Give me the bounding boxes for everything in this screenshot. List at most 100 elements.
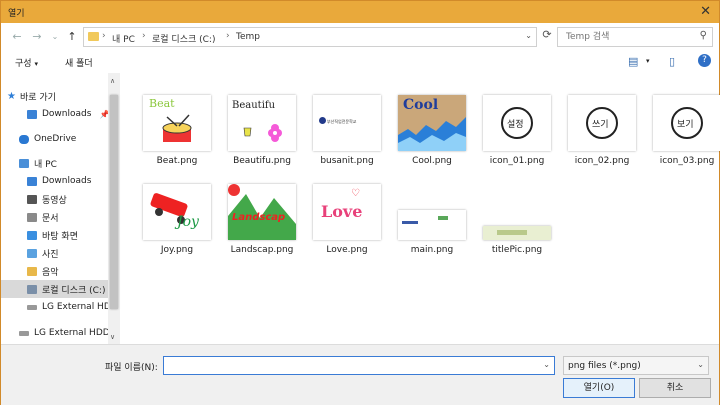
- sidebar-item-label: Downloads: [42, 109, 92, 119]
- file-name: icon_01.png: [489, 156, 545, 166]
- sidebar-item-videos[interactable]: 동영상: [27, 190, 67, 208]
- forward-arrow-icon[interactable]: →: [29, 29, 45, 45]
- file-item[interactable]: 보기 icon_03.png: [647, 95, 720, 166]
- file-item[interactable]: ♡ Love Love.png: [307, 184, 387, 255]
- file-item[interactable]: Cool Cool.png: [392, 95, 472, 166]
- refresh-icon[interactable]: ⟳: [539, 28, 555, 46]
- breadcrumb-local-disk[interactable]: 로컬 디스크 (C:): [152, 32, 215, 45]
- thumbnail: [483, 226, 551, 240]
- sidebar-item-downloads[interactable]: Downloads: [27, 172, 91, 190]
- banner-mark: [497, 230, 527, 235]
- file-item[interactable]: Beautifu Beautifu.png: [222, 95, 302, 166]
- sidebar-scrollbar[interactable]: ∧ ∨: [108, 73, 120, 344]
- filename-label: 파일 이름(N):: [105, 363, 158, 373]
- scrollbar-thumb[interactable]: [110, 95, 118, 309]
- breadcrumb-separator: ›: [226, 31, 230, 41]
- sidebar-item-onedrive[interactable]: OneDrive: [19, 130, 76, 148]
- document-icon: [27, 212, 37, 222]
- thumbnail: Landscap: [228, 184, 296, 240]
- sidebar-item-label: Downloads: [42, 176, 92, 186]
- thumbnail-text: Cool: [403, 97, 439, 113]
- file-item[interactable]: 부산직업전문학교 busanit.png: [307, 95, 387, 166]
- file-name: Love.png: [326, 245, 368, 255]
- filename-combobox[interactable]: ⌄: [163, 356, 555, 375]
- folder-icon: [88, 32, 99, 41]
- address-bar[interactable]: › 내 PC › 로컬 디스크 (C:) › Temp ⌄: [83, 27, 537, 47]
- preview-pane-icon[interactable]: ▯: [669, 55, 675, 68]
- file-item[interactable]: Landscap Landscap.png: [222, 184, 302, 255]
- file-name: Beautifu.png: [233, 156, 291, 166]
- scroll-down-icon[interactable]: ∨: [110, 333, 115, 341]
- file-name: Cool.png: [412, 156, 452, 166]
- sidebar-item-pictures[interactable]: 사진: [27, 244, 59, 262]
- chevron-down-icon[interactable]: ⌄: [697, 360, 704, 369]
- sidebar-item-documents[interactable]: 문서: [27, 208, 59, 226]
- chevron-down-icon[interactable]: ⌄: [543, 360, 550, 369]
- navigation-bar: ← → ⌄ ↑ › 내 PC › 로컬 디스크 (C:) › Temp ⌄ ⟳ …: [1, 23, 719, 51]
- sidebar-item-local-disk[interactable]: 로컬 디스크 (C:): [1, 280, 108, 298]
- drive-icon: [27, 304, 37, 310]
- sidebar-item-external-hdd-root[interactable]: LG External HDD: [19, 324, 110, 342]
- view-options-icon[interactable]: ▤: [628, 55, 638, 68]
- open-button[interactable]: 열기(O): [563, 378, 635, 398]
- chevron-down-icon[interactable]: ⌄: [525, 31, 532, 40]
- drive-icon: [19, 330, 29, 336]
- sidebar-item-label: 음악: [42, 267, 59, 278]
- drum-icon: [162, 114, 192, 142]
- sidebar-item-quick-access[interactable]: ★ 바로 가기: [7, 87, 56, 105]
- file-item[interactable]: main.png: [392, 184, 472, 255]
- sidebar-item-label: 바탕 화면: [42, 231, 78, 242]
- pictures-icon: [27, 248, 37, 258]
- cancel-button[interactable]: 취소: [639, 378, 711, 398]
- chevron-down-icon[interactable]: ▾: [646, 57, 650, 65]
- filetype-select[interactable]: png files (*.png) ⌄: [563, 356, 709, 375]
- up-arrow-icon[interactable]: ↑: [64, 29, 80, 45]
- filename-input[interactable]: [164, 357, 534, 374]
- search-input[interactable]: [558, 28, 688, 46]
- sidebar-item-label: OneDrive: [34, 134, 77, 144]
- title-bar: 열기 ✕: [1, 1, 719, 23]
- sidebar-item-label: 바로 가기: [19, 92, 56, 103]
- file-item[interactable]: Joy Joy.png: [137, 184, 217, 255]
- thumbnail: 쓰기: [568, 95, 636, 151]
- help-icon[interactable]: ?: [698, 54, 711, 67]
- thumbnail-text: Joy: [177, 214, 199, 230]
- sidebar-item-desktop[interactable]: 바탕 화면: [27, 226, 78, 244]
- open-file-dialog: 열기 ✕ ← → ⌄ ↑ › 내 PC › 로컬 디스크 (C:) › Temp…: [0, 0, 720, 405]
- sidebar-item-label: 사진: [42, 249, 59, 260]
- navigation-pane: ★ 바로 가기 Downloads 📌 OneDrive 내 PC Downlo…: [1, 73, 120, 344]
- cloud-icon: [19, 134, 29, 144]
- search-icon[interactable]: ⚲: [700, 30, 707, 41]
- thumbnail: [398, 210, 466, 240]
- sidebar-item-external-hdd[interactable]: LG External HDD: [27, 298, 118, 316]
- file-item[interactable]: Beat Beat.png: [137, 95, 217, 166]
- file-name: Joy.png: [160, 245, 194, 255]
- breadcrumb-my-pc[interactable]: 내 PC: [112, 32, 135, 45]
- thumbnail-text: Love: [321, 202, 363, 221]
- sidebar-item-this-pc[interactable]: 내 PC: [19, 154, 57, 172]
- file-item[interactable]: 설정 icon_01.png: [477, 95, 557, 166]
- sidebar-item-music[interactable]: 음악: [27, 262, 59, 280]
- file-item[interactable]: titlePic.png: [477, 184, 557, 255]
- sidebar-item-label: LG External HDD: [34, 328, 110, 338]
- file-item[interactable]: 쓰기 icon_02.png: [562, 95, 642, 166]
- recent-locations-chevron-icon[interactable]: ⌄: [47, 29, 63, 45]
- scroll-up-icon[interactable]: ∧: [110, 77, 115, 85]
- new-folder-button[interactable]: 새 폴더: [65, 56, 93, 69]
- sidebar-item-label: 내 PC: [34, 159, 57, 170]
- close-icon[interactable]: ✕: [700, 4, 711, 19]
- thumbnail-text: 부산직업전문학교: [327, 119, 357, 124]
- thumbnail-text: 쓰기: [592, 120, 609, 130]
- organize-label: 구성: [15, 59, 32, 69]
- breadcrumb-separator: ›: [102, 31, 106, 41]
- search-box[interactable]: ⚲: [557, 27, 713, 47]
- back-arrow-icon[interactable]: ←: [9, 29, 25, 45]
- file-name: Landscap.png: [230, 245, 294, 255]
- organize-button[interactable]: 구성 ▾: [15, 56, 38, 69]
- logo-icon: [319, 117, 326, 124]
- breadcrumb-temp[interactable]: Temp: [236, 32, 260, 42]
- thumbnail-text: 보기: [677, 120, 694, 130]
- heart-icon: ♡: [351, 188, 360, 199]
- command-bar: 구성 ▾ 새 폴더 ▤ ▾ ▯ ?: [1, 51, 719, 73]
- sidebar-item-downloads-pinned[interactable]: Downloads 📌: [27, 105, 109, 123]
